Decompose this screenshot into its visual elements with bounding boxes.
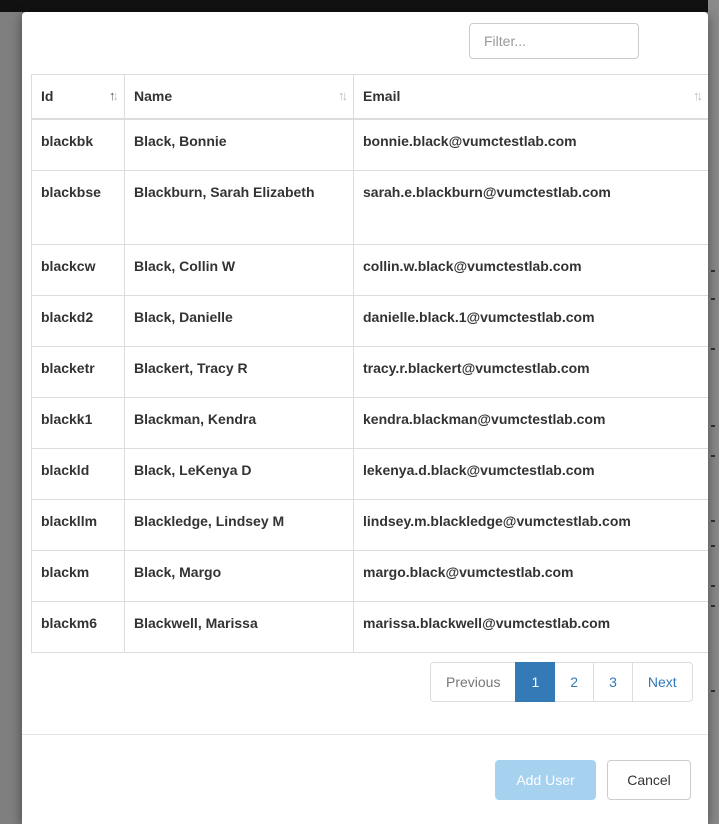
pagination: Previous 1 2 3 Next <box>430 662 693 702</box>
table-row[interactable]: blacketr Blackert, Tracy R tracy.r.black… <box>31 345 708 398</box>
table-row[interactable]: blackk1 Blackman, Kendra kendra.blackman… <box>31 396 708 449</box>
add-user-button[interactable]: Add User <box>495 760 596 800</box>
page-button-3[interactable]: 3 <box>593 662 633 702</box>
table-row[interactable]: blackm6 Blackwell, Marissa marissa.black… <box>31 600 708 653</box>
cell-name: Black, Danielle <box>124 294 354 347</box>
cell-email: kendra.blackman@vumctestlab.com <box>353 396 708 449</box>
cell-email: marissa.blackwell@vumctestlab.com <box>353 600 708 653</box>
table-row[interactable]: blackcw Black, Collin W collin.w.black@v… <box>31 243 708 296</box>
cell-email: tracy.r.blackert@vumctestlab.com <box>353 345 708 398</box>
filter-input[interactable] <box>469 23 639 59</box>
modal-footer: Add User Cancel <box>22 734 708 824</box>
page-button-1[interactable]: 1 <box>515 662 556 702</box>
table-row[interactable]: blackm Black, Margo margo.black@vumctest… <box>31 549 708 602</box>
cell-id: blackbse <box>31 169 125 245</box>
cell-id: blackllm <box>31 498 125 551</box>
cell-id: blackm6 <box>31 600 125 653</box>
cell-id: blackld <box>31 447 125 500</box>
page-button-2[interactable]: 2 <box>554 662 595 702</box>
table-header-row: Id ↑↓ Name ↑↓ Email ↑↓ <box>31 74 708 120</box>
background-page-edge <box>708 0 719 824</box>
cell-id: blackd2 <box>31 294 125 347</box>
cell-email: danielle.black.1@vumctestlab.com <box>353 294 708 347</box>
table-row[interactable]: blackld Black, LeKenya D lekenya.d.black… <box>31 447 708 500</box>
cell-name: Blackledge, Lindsey M <box>124 498 354 551</box>
cell-name: Blackert, Tracy R <box>124 345 354 398</box>
cell-email: sarah.e.blackburn@vumctestlab.com <box>353 169 708 245</box>
cell-id: blackm <box>31 549 125 602</box>
column-header-email[interactable]: Email ↑↓ <box>353 74 708 120</box>
cell-id: blackbk <box>31 118 125 171</box>
cell-email: lindsey.m.blackledge@vumctestlab.com <box>353 498 708 551</box>
column-header-id[interactable]: Id ↑↓ <box>31 74 125 120</box>
cell-email: margo.black@vumctestlab.com <box>353 549 708 602</box>
cell-email: collin.w.black@vumctestlab.com <box>353 243 708 296</box>
table-row[interactable]: blackbk Black, Bonnie bonnie.black@vumct… <box>31 118 708 171</box>
cell-id: blacketr <box>31 345 125 398</box>
users-table: Id ↑↓ Name ↑↓ Email ↑↓ blackbk Black, Bo… <box>31 74 708 653</box>
cell-name: Blackman, Kendra <box>124 396 354 449</box>
cancel-button[interactable]: Cancel <box>607 760 691 800</box>
background-top-bar <box>0 0 719 12</box>
column-header-label: Email <box>363 87 401 104</box>
cell-name: Blackwell, Marissa <box>124 600 354 653</box>
cell-name: Black, Margo <box>124 549 354 602</box>
cell-name: Black, Bonnie <box>124 118 354 171</box>
cell-name: Blackburn, Sarah Elizabeth <box>124 169 354 245</box>
table-row[interactable]: blackbse Blackburn, Sarah Elizabeth sara… <box>31 169 708 245</box>
cell-name: Black, LeKenya D <box>124 447 354 500</box>
table-row[interactable]: blackd2 Black, Danielle danielle.black.1… <box>31 294 708 347</box>
cell-name: Black, Collin W <box>124 243 354 296</box>
column-header-label: Id <box>41 87 54 104</box>
previous-page-button[interactable]: Previous <box>430 662 517 702</box>
table-row[interactable]: blackllm Blackledge, Lindsey M lindsey.m… <box>31 498 708 551</box>
cell-email: bonnie.black@vumctestlab.com <box>353 118 708 171</box>
column-header-name[interactable]: Name ↑↓ <box>124 74 354 120</box>
sort-icon[interactable]: ↑↓ <box>338 87 348 104</box>
sort-icon[interactable]: ↑↓ <box>109 87 119 104</box>
column-header-label: Name <box>134 87 173 104</box>
sort-icon[interactable]: ↑↓ <box>693 87 703 104</box>
next-page-button[interactable]: Next <box>631 662 693 702</box>
cell-id: blackcw <box>31 243 125 296</box>
cell-id: blackk1 <box>31 396 125 449</box>
select-user-modal: Id ↑↓ Name ↑↓ Email ↑↓ blackbk Black, Bo… <box>22 12 708 824</box>
cell-email: lekenya.d.black@vumctestlab.com <box>353 447 708 500</box>
